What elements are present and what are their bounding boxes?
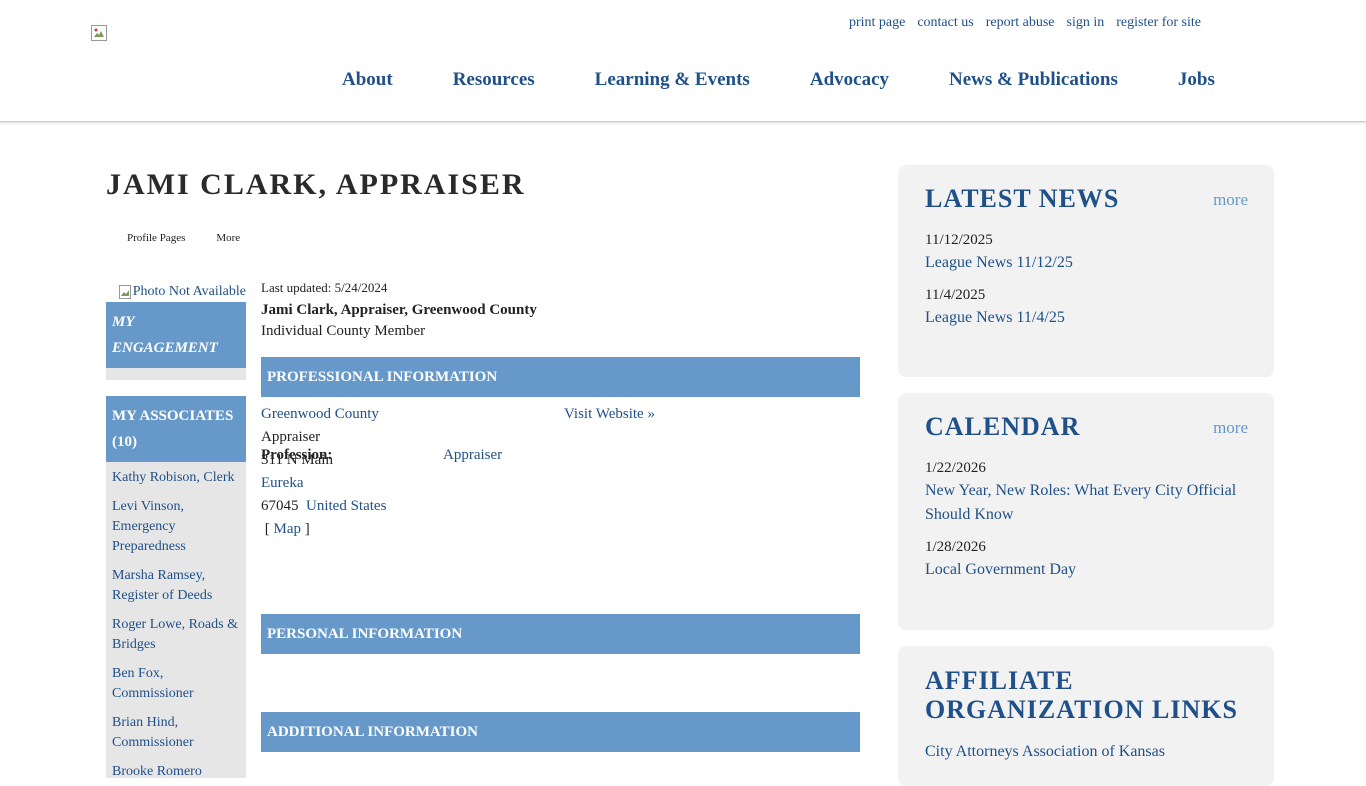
nav-learning-events[interactable]: Learning & Events: [595, 69, 750, 91]
affiliate-list: City Attorneys Association of Kansas: [925, 740, 1245, 773]
address-block: Greenwood County Appraiser 311 N Main Eu…: [261, 403, 386, 541]
sign-in-link[interactable]: sign in: [1067, 15, 1105, 31]
contact-us-link[interactable]: contact us: [917, 15, 973, 31]
organization-link[interactable]: Greenwood County: [261, 403, 386, 426]
visit-website-link[interactable]: Visit Website »: [564, 403, 655, 426]
affiliate-links-box: AFFILIATE ORGANIZATION LINKS City Attorn…: [898, 646, 1274, 786]
associates-list: Kathy Robison, Clerk Levi Vinson, Emerge…: [106, 462, 246, 779]
associate-link[interactable]: Roger Lowe, Roads & Bridges: [112, 615, 240, 655]
country-link[interactable]: United States: [306, 498, 386, 514]
profession-row: Profession: Appraiser: [261, 447, 502, 464]
event-date: 1/22/2026: [925, 460, 986, 476]
position-title: Appraiser: [261, 429, 321, 445]
main-nav: About Resources Learning & Events Advoca…: [342, 69, 1215, 91]
additional-info-header: ADDITIONAL INFORMATION: [261, 712, 860, 752]
professional-info-header: PROFESSIONAL INFORMATION: [261, 357, 860, 397]
associate-link[interactable]: Brian Hind, Commissioner: [112, 713, 240, 753]
my-engagement-heading[interactable]: MY ENGAGEMENT: [106, 302, 246, 368]
nav-jobs[interactable]: Jobs: [1178, 69, 1215, 91]
print-page-link[interactable]: print page: [849, 15, 905, 31]
associate-link[interactable]: Ben Fox, Commissioner: [112, 664, 240, 704]
event-date: 1/28/2026: [925, 539, 986, 555]
report-abuse-link[interactable]: report abuse: [986, 15, 1055, 31]
latest-news-box: LATEST NEWS more 11/12/2025 League News …: [898, 165, 1274, 377]
affiliate-links-title: AFFILIATE ORGANIZATION LINKS: [925, 666, 1238, 724]
profession-label: Profession:: [261, 447, 333, 463]
page-title: JAMI CLARK, APPRAISER: [106, 168, 526, 201]
associate-link[interactable]: Brooke Romero: [112, 762, 240, 782]
news-date: 11/4/2025: [925, 287, 986, 303]
profile-photo: Photo Not Available: [106, 282, 246, 302]
last-updated: Last updated: 5/24/2024: [261, 280, 388, 295]
profession-value-link[interactable]: Appraiser: [443, 447, 502, 464]
map-bracket-close: ]: [304, 521, 310, 537]
broken-image-icon: [118, 285, 131, 299]
calendar-list: 1/22/2026 New Year, New Roles: What Ever…: [925, 457, 1245, 591]
profile-main: Last updated: 5/24/2024 Jami Clark, Appr…: [261, 278, 860, 752]
map-link[interactable]: Map: [274, 521, 302, 537]
news-item-link[interactable]: League News 11/4/25: [925, 306, 1245, 330]
news-item-link[interactable]: League News 11/12/25: [925, 251, 1245, 275]
register-link[interactable]: register for site: [1116, 15, 1201, 31]
tab-profile-pages[interactable]: Profile Pages: [127, 232, 185, 244]
broken-image-icon: [91, 25, 107, 41]
engagement-panel: [106, 368, 246, 380]
profile-tabs: Profile Pages More: [127, 232, 240, 244]
my-associates-heading[interactable]: MY ASSOCIATES (10): [106, 396, 246, 462]
latest-news-title: LATEST NEWS: [925, 184, 1120, 213]
photo-alt-text: Photo Not Available: [132, 284, 246, 299]
associate-link[interactable]: Levi Vinson, Emergency Preparedness: [112, 497, 240, 557]
event-link[interactable]: New Year, New Roles: What Every City Off…: [925, 479, 1245, 527]
utility-links: print page contact us report abuse sign …: [849, 15, 1201, 31]
zip-code: 67045: [261, 498, 299, 514]
profile-sidebar: Photo Not Available MY ENGAGEMENT MY ASS…: [106, 282, 246, 779]
event-link[interactable]: Local Government Day: [925, 558, 1245, 582]
news-date: 11/12/2025: [925, 232, 993, 248]
personal-info-header: PERSONAL INFORMATION: [261, 614, 860, 654]
site-logo-link[interactable]: [91, 25, 107, 41]
calendar-box: CALENDAR more 1/22/2026 New Year, New Ro…: [898, 393, 1274, 630]
map-row: [ Map ]: [261, 518, 386, 541]
news-list: 11/12/2025 League News 11/12/25 11/4/202…: [925, 229, 1245, 339]
affiliate-link[interactable]: City Attorneys Association of Kansas: [925, 740, 1245, 764]
associate-link[interactable]: Marsha Ramsey, Register of Deeds: [112, 566, 240, 606]
profile-full-name: Jami Clark, Appraiser, Greenwood County: [261, 302, 537, 318]
nav-resources[interactable]: Resources: [453, 69, 535, 91]
tab-more[interactable]: More: [216, 232, 240, 244]
calendar-title: CALENDAR: [925, 412, 1081, 441]
city-link[interactable]: Eureka: [261, 472, 386, 495]
nav-about[interactable]: About: [342, 69, 393, 91]
member-type: Individual County Member: [261, 323, 426, 339]
site-header: print page contact us report abuse sign …: [0, 0, 1366, 122]
nav-advocacy[interactable]: Advocacy: [810, 69, 889, 91]
professional-info: Greenwood County Appraiser 311 N Main Eu…: [261, 397, 860, 566]
zip-country: 67045 United States: [261, 495, 386, 518]
calendar-more-link[interactable]: more: [1213, 418, 1248, 438]
nav-news-publications[interactable]: News & Publications: [949, 69, 1118, 91]
associate-link[interactable]: Kathy Robison, Clerk: [112, 468, 240, 488]
map-bracket-open: [: [264, 521, 270, 537]
news-more-link[interactable]: more: [1213, 190, 1248, 210]
